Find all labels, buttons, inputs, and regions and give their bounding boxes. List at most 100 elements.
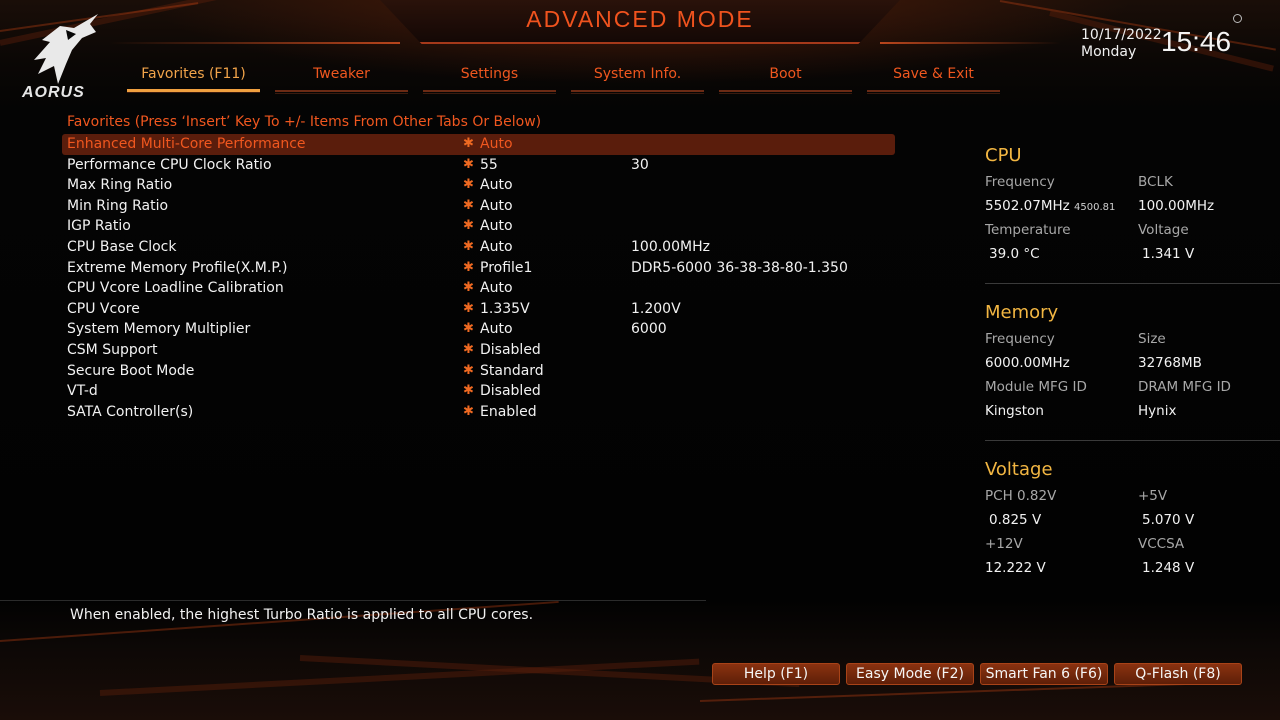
tab-save-exit[interactable]: Save & Exit: [867, 62, 1000, 94]
date-display: 10/17/2022 Monday: [1081, 27, 1162, 61]
setting-row[interactable]: Max Ring Ratio ✱ Auto: [62, 175, 895, 196]
tab-favorites[interactable]: Favorites (F11): [127, 62, 260, 93]
memory-panel-title: Memory: [985, 302, 1059, 323]
favorite-star-icon[interactable]: ✱: [463, 402, 474, 422]
setting-row[interactable]: CPU Base Clock ✱ Auto 100.00MHz: [62, 237, 895, 258]
setting-value[interactable]: Auto: [480, 216, 513, 236]
voltage-panel-title: Voltage: [985, 459, 1053, 480]
help-button[interactable]: Help (F1): [712, 663, 840, 685]
memory-module-value: Kingston: [985, 403, 1044, 419]
cpu-voltage-label: Voltage: [1138, 222, 1189, 238]
favorite-star-icon[interactable]: ✱: [463, 196, 474, 216]
voltage-vccsa-value: 1.248 V: [1142, 560, 1195, 576]
setting-value[interactable]: Standard: [480, 361, 544, 381]
voltage-panel: Voltage PCH 0.82V 0.825 V +5V 5.070 V +1…: [985, 459, 1275, 598]
cpu-temperature: Temperature 39.0 °C: [985, 222, 1071, 262]
favorite-star-icon[interactable]: ✱: [463, 319, 474, 339]
setting-value[interactable]: Profile1: [480, 258, 532, 278]
setting-value[interactable]: Auto: [480, 175, 513, 195]
setting-row[interactable]: Extreme Memory Profile(X.M.P.) ✱ Profile1 D…: [62, 258, 895, 279]
memory-size-value: 32768MB: [1138, 355, 1202, 371]
easy-mode-button[interactable]: Easy Mode (F2): [846, 663, 974, 685]
tab-system-info[interactable]: System Info.: [571, 62, 704, 94]
voltage-vccsa: VCCSA 1.248 V: [1138, 536, 1194, 576]
q-flash-button[interactable]: Q-Flash (F8): [1114, 663, 1242, 685]
favorite-star-icon[interactable]: ✱: [463, 299, 474, 319]
setting-label: CPU Base Clock: [67, 238, 177, 255]
favorite-star-icon[interactable]: ✱: [463, 361, 474, 381]
voltage-pch-label: PCH 0.82V: [985, 488, 1057, 504]
setting-label: Extreme Memory Profile(X.M.P.): [67, 259, 288, 276]
setting-label: CPU Vcore: [67, 300, 140, 317]
cpu-frequency: Frequency 5502.07MHz 4500.81: [985, 174, 1115, 214]
setting-value[interactable]: Auto: [480, 237, 513, 257]
cpu-frequency-value: 5502.07MHz 4500.81: [985, 198, 1115, 214]
header-line: [880, 42, 1060, 44]
memory-size: Size 32768MB: [1138, 331, 1202, 371]
memory-dram-label: DRAM MFG ID: [1138, 379, 1231, 395]
setting-row[interactable]: CPU Vcore ✱ 1.335V 1.200V: [62, 299, 895, 320]
memory-module-label: Module MFG ID: [985, 379, 1087, 395]
logo-text: AORUS: [22, 84, 85, 101]
favorite-star-icon[interactable]: ✱: [463, 216, 474, 236]
voltage-12v-label: +12V: [985, 536, 1023, 552]
favorite-star-icon[interactable]: ✱: [463, 340, 474, 360]
setting-current-value: DDR5-6000 36-38-38-80-1.350: [631, 259, 848, 276]
cpu-voltage-value: 1.341 V: [1142, 246, 1195, 262]
setting-label: Max Ring Ratio: [67, 177, 173, 194]
header-line: [110, 42, 400, 44]
cpu-bclk-label: BCLK: [1138, 174, 1173, 190]
setting-value[interactable]: 1.335V: [480, 299, 530, 319]
cpu-panel: CPU Frequency 5502.07MHz 4500.81 BCLK 10…: [985, 145, 1275, 284]
setting-value[interactable]: 55: [480, 155, 498, 175]
favorite-star-icon[interactable]: ✱: [463, 134, 474, 154]
cpu-frequency-number: 5502.07MHz: [985, 198, 1070, 214]
setting-value[interactable]: Disabled: [480, 340, 541, 360]
page-title: ADVANCED MODE: [526, 6, 754, 32]
cpu-panel-title: CPU: [985, 145, 1022, 166]
setting-row[interactable]: Secure Boot Mode ✱ Standard: [62, 361, 895, 382]
voltage-12v: +12V 12.222 V: [985, 536, 1046, 576]
smart-fan-button[interactable]: Smart Fan 6 (F6): [980, 663, 1108, 685]
cpu-frequency-sub: 4500.81: [1074, 202, 1116, 213]
setting-value[interactable]: Auto: [480, 278, 513, 298]
setting-label: CPU Vcore Loadline Calibration: [67, 280, 284, 297]
favorite-star-icon[interactable]: ✱: [463, 278, 474, 298]
setting-row[interactable]: System Memory Multiplier ✱ Auto 6000: [62, 319, 895, 340]
setting-label: VT-d: [67, 383, 98, 400]
setting-row[interactable]: Enhanced Multi-Core Performance ✱ Auto: [62, 134, 895, 155]
setting-value[interactable]: Auto: [480, 319, 513, 339]
setting-value[interactable]: Auto: [480, 134, 513, 154]
favorite-star-icon[interactable]: ✱: [463, 155, 474, 175]
setting-row[interactable]: Performance CPU Clock Ratio ✱ 55 30: [62, 155, 895, 176]
setting-row[interactable]: Min Ring Ratio ✱ Auto: [62, 196, 895, 217]
setting-row[interactable]: VT-d ✱ Disabled: [62, 381, 895, 402]
memory-size-label: Size: [1138, 331, 1166, 347]
setting-row[interactable]: IGP Ratio ✱ Auto: [62, 216, 895, 237]
cpu-temperature-value: 39.0 °C: [989, 246, 1040, 262]
setting-row[interactable]: CPU Vcore Loadline Calibration ✱ Auto: [62, 278, 895, 299]
favorite-star-icon[interactable]: ✱: [463, 381, 474, 401]
day-text: Monday: [1081, 44, 1137, 60]
tab-tweaker[interactable]: Tweaker: [275, 62, 408, 94]
setting-value[interactable]: Disabled: [480, 381, 541, 401]
help-divider: [0, 600, 706, 601]
voltage-pch: PCH 0.82V 0.825 V: [985, 488, 1056, 528]
date-text: 10/17/2022: [1081, 27, 1162, 43]
setting-value[interactable]: Enabled: [480, 402, 537, 422]
voltage-5v-value: 5.070 V: [1142, 512, 1195, 528]
settings-list: Enhanced Multi-Core Performance ✱ Auto Perf…: [62, 134, 895, 422]
favorite-star-icon[interactable]: ✱: [463, 237, 474, 257]
setting-row[interactable]: SATA Controller(s) ✱ Enabled: [62, 402, 895, 423]
setting-value[interactable]: Auto: [480, 196, 513, 216]
favorite-star-icon[interactable]: ✱: [463, 175, 474, 195]
voltage-pch-value: 0.825 V: [989, 512, 1042, 528]
cpu-bclk: BCLK 100.00MHz: [1138, 174, 1214, 214]
tab-settings[interactable]: Settings: [423, 62, 556, 94]
settings-icon[interactable]: [1233, 14, 1242, 23]
setting-label: IGP Ratio: [67, 218, 131, 235]
tab-boot[interactable]: Boot: [719, 62, 852, 94]
favorite-star-icon[interactable]: ✱: [463, 258, 474, 278]
setting-row[interactable]: CSM Support ✱ Disabled: [62, 340, 895, 361]
memory-dram-id: DRAM MFG ID Hynix: [1138, 379, 1231, 419]
